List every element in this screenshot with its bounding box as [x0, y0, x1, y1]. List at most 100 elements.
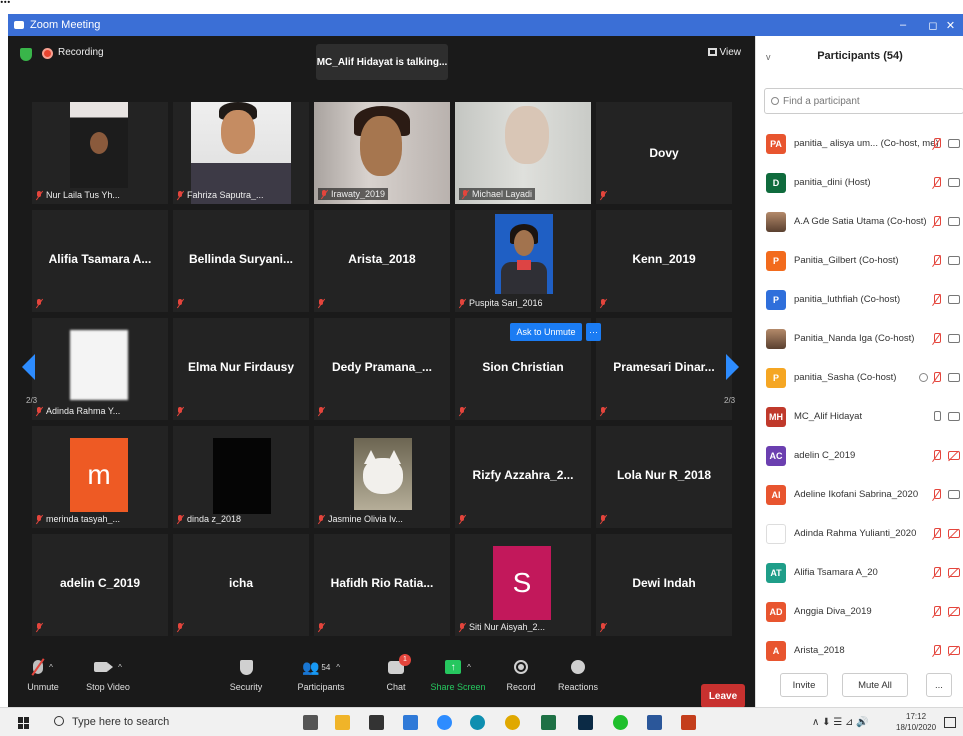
video-off-icon[interactable] [948, 529, 960, 538]
video-tile[interactable]: Michael Layadi [455, 102, 591, 204]
zoom-taskbar-icon[interactable] [437, 715, 452, 730]
video-icon[interactable] [948, 412, 960, 421]
microphone-muted-icon[interactable] [932, 371, 941, 384]
participant-row[interactable]: Dpanitia_dini (Host) [756, 163, 963, 202]
encryption-shield-icon[interactable] [20, 48, 32, 61]
participant-row[interactable]: Adinda Rahma Yulianti_2020 [756, 514, 963, 553]
reactions-button[interactable]: Reactions [543, 652, 613, 707]
recording-label[interactable]: Recording [58, 47, 104, 58]
task-view-icon[interactable] [303, 715, 318, 730]
microphone-muted-icon[interactable] [932, 176, 941, 189]
participant-row[interactable]: A.A Gde Satia Utama (Co-host) [756, 202, 963, 241]
participant-row[interactable]: AD Anggia Diva_2019 [756, 592, 963, 631]
participant-row[interactable]: PA panitia_ alisya um... (Co-host, me) [756, 124, 963, 163]
chevron-up-icon[interactable]: ^ [118, 663, 122, 672]
video-icon[interactable] [948, 334, 960, 343]
microphone-icon[interactable] [932, 410, 941, 423]
video-off-icon[interactable] [948, 451, 960, 460]
video-tile[interactable]: icha [173, 534, 309, 636]
tile-more-button[interactable]: ··· [586, 323, 601, 341]
participant-row[interactable]: P Panitia_Gilbert (Co-host) [756, 241, 963, 280]
taskbar-clock[interactable]: 17:12 18/10/2020 [896, 711, 936, 733]
participants-button[interactable]: 👥 54 ^ Participants [286, 652, 356, 707]
chat-button[interactable]: 1 Chat [361, 652, 431, 707]
chrome-icon[interactable] [505, 715, 520, 730]
video-off-icon[interactable] [948, 646, 960, 655]
video-tile[interactable]: Bellinda Suryani... [173, 210, 309, 312]
participant-row[interactable]: Panitia_Nanda Iga (Co-host) [756, 319, 963, 358]
video-tile[interactable]: Elma Nur Firdausy [173, 318, 309, 420]
video-tile[interactable]: Irawaty_2019 [314, 102, 450, 204]
video-icon[interactable] [948, 178, 960, 187]
video-tile[interactable]: Hafidh Rio Ratia... [314, 534, 450, 636]
video-tile[interactable]: m merinda tasyah_... [32, 426, 168, 528]
leave-button[interactable]: Leave [701, 684, 745, 708]
participant-row[interactable]: AC adelin C_2019 [756, 436, 963, 475]
video-icon[interactable] [948, 490, 960, 499]
word-icon[interactable] [647, 715, 662, 730]
more-options-button[interactable]: ... [926, 673, 952, 697]
microphone-muted-icon[interactable] [932, 644, 941, 657]
mute-all-button[interactable]: Mute All [842, 673, 908, 697]
find-participant-input[interactable]: Find a participant [764, 88, 963, 114]
video-off-icon[interactable] [948, 607, 960, 616]
microphone-muted-icon[interactable] [932, 137, 941, 150]
video-tile[interactable]: Dovy [596, 102, 732, 204]
video-tile[interactable]: Dedy Pramana_... [314, 318, 450, 420]
system-tray-icons[interactable]: ∧ ⬇ ☰ ⊿ 🔊 [812, 717, 869, 728]
video-icon[interactable] [948, 373, 960, 382]
video-tile[interactable]: Pramesari Dinar... [596, 318, 732, 420]
video-off-icon[interactable] [948, 568, 960, 577]
video-tile[interactable]: S Siti Nur Aisyah_2... [455, 534, 591, 636]
participant-row[interactable]: Ppanitia_luthfiah (Co-host) [756, 280, 963, 319]
share-screen-button[interactable]: ↑ ^ Share Screen [423, 652, 493, 707]
video-icon[interactable] [948, 139, 960, 148]
previous-page-arrow-icon[interactable] [22, 354, 35, 380]
view-button[interactable]: View [707, 47, 741, 58]
microphone-muted-icon[interactable] [932, 215, 941, 228]
chevron-up-icon[interactable]: ^ [336, 663, 340, 672]
video-tile[interactable]: dinda z_2018 [173, 426, 309, 528]
chevron-up-icon[interactable]: ^ [467, 663, 471, 672]
microphone-muted-icon[interactable] [932, 527, 941, 540]
video-tile[interactable]: Fahriza Saputra_... [173, 102, 309, 204]
video-tile[interactable]: Arista_2018 [314, 210, 450, 312]
video-icon[interactable] [948, 256, 960, 265]
video-tile[interactable]: Lola Nur R_2018 [596, 426, 732, 528]
stop-video-button[interactable]: ^ Stop Video [73, 652, 143, 707]
file-explorer-icon[interactable] [335, 715, 350, 730]
invite-button[interactable]: Invite [780, 673, 828, 697]
photoshop-icon[interactable] [578, 715, 593, 730]
video-icon[interactable] [948, 295, 960, 304]
microphone-muted-icon[interactable] [932, 332, 941, 345]
video-tile[interactable]: Nur Laila Tus Yh... [32, 102, 168, 204]
excel-icon[interactable] [541, 715, 556, 730]
video-tile[interactable]: Kenn_2019 [596, 210, 732, 312]
chevron-up-icon[interactable]: ^ [49, 663, 53, 672]
taskbar-search-input[interactable]: Type here to search [72, 716, 169, 728]
ask-to-unmute-button[interactable]: Ask to Unmute [510, 323, 582, 341]
microphone-muted-icon[interactable] [932, 566, 941, 579]
participant-row[interactable]: MH MC_Alif Hidayat [756, 397, 963, 436]
security-button[interactable]: Security [211, 652, 281, 707]
video-tile[interactable]: Dewi Indah [596, 534, 732, 636]
participant-row[interactable]: AI Adeline Ikofani Sabrina_2020 [756, 475, 963, 514]
windows-start-icon[interactable] [18, 717, 30, 729]
edge-icon[interactable] [470, 715, 485, 730]
video-tile[interactable]: Alifia Tsamara A... [32, 210, 168, 312]
video-tile[interactable]: Puspita Sari_2016 [455, 210, 591, 312]
next-page-arrow-icon[interactable] [726, 354, 739, 380]
notification-center-icon[interactable] [944, 717, 956, 728]
microphone-muted-icon[interactable] [932, 293, 941, 306]
microphone-muted-icon[interactable] [932, 488, 941, 501]
unmute-button[interactable]: ^ Unmute [8, 652, 78, 707]
powerpoint-icon[interactable] [681, 715, 696, 730]
participant-row[interactable]: AT Alifia Tsamara A_20 [756, 553, 963, 592]
video-tile[interactable]: Adinda Rahma Y... [32, 318, 168, 420]
photos-icon[interactable] [403, 715, 418, 730]
close-button[interactable]: ✕ [938, 14, 963, 36]
microphone-muted-icon[interactable] [932, 449, 941, 462]
participant-row[interactable]: A Arista_2018 [756, 631, 963, 670]
video-tile[interactable]: Jasmine Olivia Iv... [314, 426, 450, 528]
minimize-button[interactable]: – [888, 14, 918, 36]
